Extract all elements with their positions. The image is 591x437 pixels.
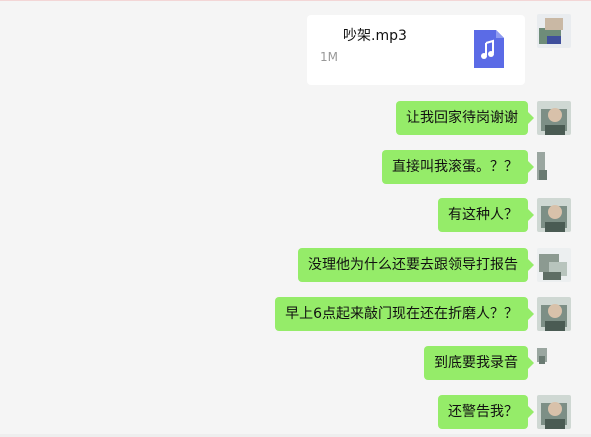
message-bubble[interactable]: 早上6点起来敲门现在还在折磨人？？ — [275, 297, 534, 331]
avatar[interactable] — [537, 346, 571, 380]
message-bubble[interactable]: 让我回家待岗谢谢 — [396, 101, 534, 135]
avatar[interactable] — [537, 248, 571, 282]
avatar[interactable] — [537, 395, 571, 429]
message-bubble[interactable]: 到底要我录音 — [424, 346, 534, 380]
avatar[interactable] — [537, 198, 571, 232]
message-bubble[interactable]: 还警告我？ — [438, 395, 534, 429]
message-bubble[interactable]: 直接叫我滚蛋。？？ — [382, 150, 534, 184]
avatar[interactable] — [537, 101, 571, 135]
music-file-icon — [474, 30, 504, 68]
avatar[interactable] — [537, 14, 571, 48]
top-divider — [0, 0, 591, 1]
avatar[interactable] — [537, 297, 571, 331]
file-name: 吵架.mp3 — [343, 28, 407, 44]
message-bubble[interactable]: 有这种人？ — [438, 198, 534, 232]
file-message-card[interactable]: 吵架.mp3 1M — [307, 15, 525, 85]
message-bubble[interactable]: 没理他为什么还要去跟领导打报告 — [298, 248, 534, 282]
file-size: 1M — [320, 50, 338, 64]
avatar[interactable] — [537, 150, 571, 184]
